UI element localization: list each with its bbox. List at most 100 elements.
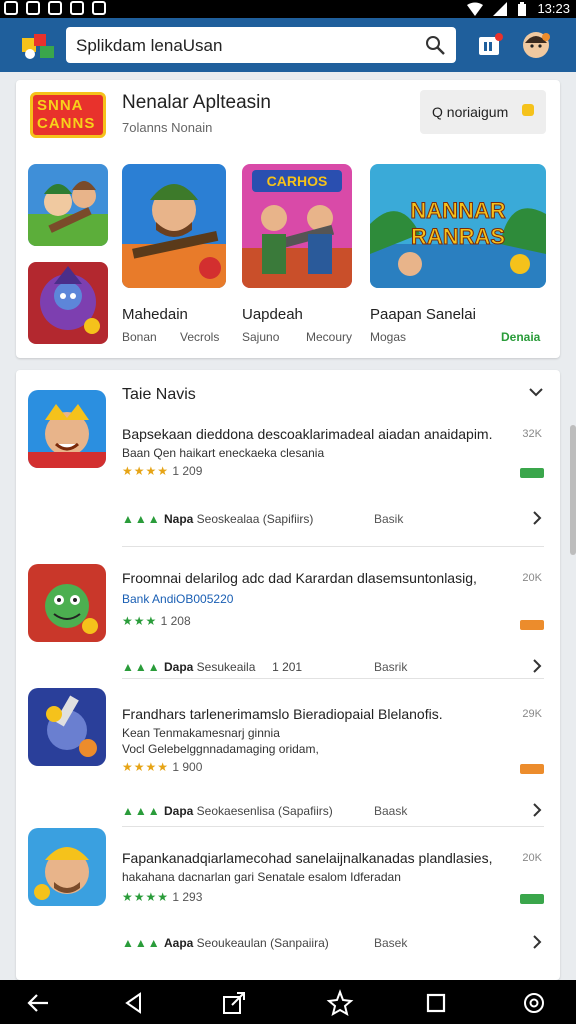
news-basic-4: Basek — [374, 936, 408, 950]
game-meta-1a: Bonan — [122, 330, 157, 344]
news-icon-3[interactable] — [28, 688, 106, 766]
news-subtitle-2: Bank AndiOB005220 — [122, 592, 234, 606]
recents-icon[interactable] — [422, 989, 450, 1017]
news-title-1[interactable]: Bapsekaan dieddona descoaklarimadeal aia… — [122, 426, 493, 442]
news-subtitle-4: hakahana dacnarlan gari Senatale esalom … — [122, 870, 401, 884]
news-size-4: 20K — [522, 852, 542, 864]
game-banner[interactable]: NANNAR RANRAS — [370, 164, 546, 288]
wifi-icon — [467, 2, 484, 16]
game-poster-2[interactable]: CARHOS — [242, 164, 352, 288]
news-basic-1: Basik — [374, 512, 404, 526]
app-bar: Splikdam lenaUsan — [0, 18, 576, 72]
featured-subtitle: 7olanns Nonain — [122, 120, 213, 135]
system-nav-bar — [0, 980, 576, 1024]
game-meta-2b: Mecoury — [306, 330, 353, 344]
game-meta-2a: Sajuno — [242, 330, 280, 344]
divider — [122, 826, 544, 827]
featured-logo[interactable]: SNNA CANNS — [30, 92, 106, 138]
battery-icon — [518, 1, 527, 16]
back-triangle-icon[interactable] — [120, 989, 148, 1017]
news-rating-4: ★★★★ 1 293 — [122, 890, 203, 904]
news-subtitle-1: Baan Qen haikart eneckaeka clesania — [122, 446, 325, 460]
star-rating-icon: ★★★★ — [122, 760, 170, 774]
game-name-2[interactable]: Uapdeah — [242, 306, 303, 323]
news-title-3[interactable]: Frandhars tarlenerimamslo Bieradiopaial … — [122, 706, 443, 722]
poster-text: CARHOS — [267, 173, 328, 189]
game-name-1[interactable]: Mahedain — [122, 306, 188, 323]
news-rating-3: ★★★★ 1 900 — [122, 760, 203, 774]
news-icon-1[interactable] — [28, 390, 106, 468]
rating-icon: ▲▲▲ — [122, 660, 161, 674]
news-title-2[interactable]: Froomnai delarilog adc dad Karardan dlas… — [122, 570, 477, 586]
signal-icon — [493, 1, 508, 16]
news-tag-4 — [520, 894, 544, 904]
featured-action-button[interactable]: Q noriaigum — [420, 90, 546, 134]
game-tile-2[interactable] — [28, 262, 108, 344]
game-tile-1[interactable] — [28, 164, 108, 246]
notification-icon — [92, 1, 106, 15]
news-size-1: 32K — [522, 428, 542, 440]
news-tag-3 — [520, 764, 544, 774]
news-foot-4: ▲▲▲ Aapa Seoukeaulan (Sanpaiira) — [122, 936, 329, 950]
news-tag-1 — [520, 468, 544, 478]
chevron-right-icon[interactable] — [532, 658, 542, 674]
search-input[interactable]: Splikdam lenaUsan — [76, 36, 222, 56]
settings-icon[interactable] — [520, 989, 548, 1017]
scrollbar[interactable] — [570, 425, 576, 555]
news-icon-4[interactable] — [28, 828, 106, 906]
game-name-3[interactable]: Paapan Sanelai — [370, 306, 476, 323]
news-size-2: 20K — [522, 572, 542, 584]
assistant-icon[interactable] — [326, 989, 354, 1017]
game-meta-3a: Mogas — [370, 330, 407, 344]
news-rating-1: ★★★★ 1 209 — [122, 464, 203, 478]
news-card: Taie Navis Bapsekaan dieddona descoaklar… — [16, 370, 560, 980]
news-title-4[interactable]: Fapankanadqiarlamecohad sanelaijnalkanad… — [122, 850, 492, 866]
section-title: Taie Navis — [122, 386, 196, 403]
search-bar[interactable]: Splikdam lenaUsan — [66, 27, 456, 63]
app-logo-icon[interactable] — [20, 30, 56, 62]
rating-icon: ▲▲▲ — [122, 512, 161, 526]
chevron-right-icon[interactable] — [532, 802, 542, 818]
rating-icon: ▲▲▲ — [122, 804, 161, 818]
news-icon-2[interactable] — [28, 564, 106, 642]
avatar[interactable] — [522, 31, 550, 59]
banner-text-1: NANNAR — [410, 198, 505, 223]
notification-icon — [70, 1, 84, 15]
news-subtitle-3: Kean Tenmakamesnarj ginnia — [122, 726, 280, 740]
star-rating-icon: ★★★ — [122, 614, 158, 628]
game-poster-1[interactable] — [122, 164, 226, 288]
share-icon[interactable] — [220, 989, 248, 1017]
back-arrow-icon[interactable] — [24, 989, 52, 1017]
featured-title: Nenalar Aplteasin — [122, 92, 271, 113]
news-foot-1: ▲▲▲ Napa Seoskealaa (Sapifiirs) — [122, 512, 314, 526]
divider — [122, 546, 544, 547]
badge-icon — [522, 104, 534, 116]
game-meta-3b: Denaia — [501, 330, 541, 344]
library-icon[interactable] — [476, 31, 504, 59]
status-time: 13:23 — [537, 1, 570, 16]
banner-text-2: RANRAS — [411, 224, 505, 249]
divider — [122, 678, 544, 679]
search-icon[interactable] — [424, 34, 446, 56]
news-foot-2: ▲▲▲ Dapa Sesukeaila 1 201 — [122, 660, 303, 674]
news-size-3: 29K — [522, 708, 542, 720]
news-rating-2: ★★★ 1 208 — [122, 614, 191, 628]
chevron-right-icon[interactable] — [532, 510, 542, 526]
chevron-down-icon[interactable] — [528, 386, 544, 398]
notification-icon — [26, 1, 40, 15]
featured-card: SNNA CANNS Nenalar Aplteasin 7olanns Non… — [16, 80, 560, 358]
notification-icon — [4, 1, 18, 15]
rating-icon: ▲▲▲ — [122, 936, 161, 950]
status-bar: 13:23 — [0, 0, 576, 18]
news-foot-3: ▲▲▲ Dapa Seokaesenlisa (Sapafiirs) — [122, 804, 333, 818]
star-rating-icon: ★★★★ — [122, 464, 170, 478]
notification-icons — [4, 1, 106, 15]
news-basic-2: Basrik — [374, 660, 408, 674]
news-subtitle-3b: Vocl Gelebelggnnadamaging oridam, — [122, 742, 319, 756]
game-meta-1b: Vecrols — [180, 330, 220, 344]
news-tag-2 — [520, 620, 544, 630]
notification-icon — [48, 1, 62, 15]
news-basic-3: Baask — [374, 804, 408, 818]
chevron-right-icon[interactable] — [532, 934, 542, 950]
star-rating-icon: ★★★★ — [122, 890, 170, 904]
